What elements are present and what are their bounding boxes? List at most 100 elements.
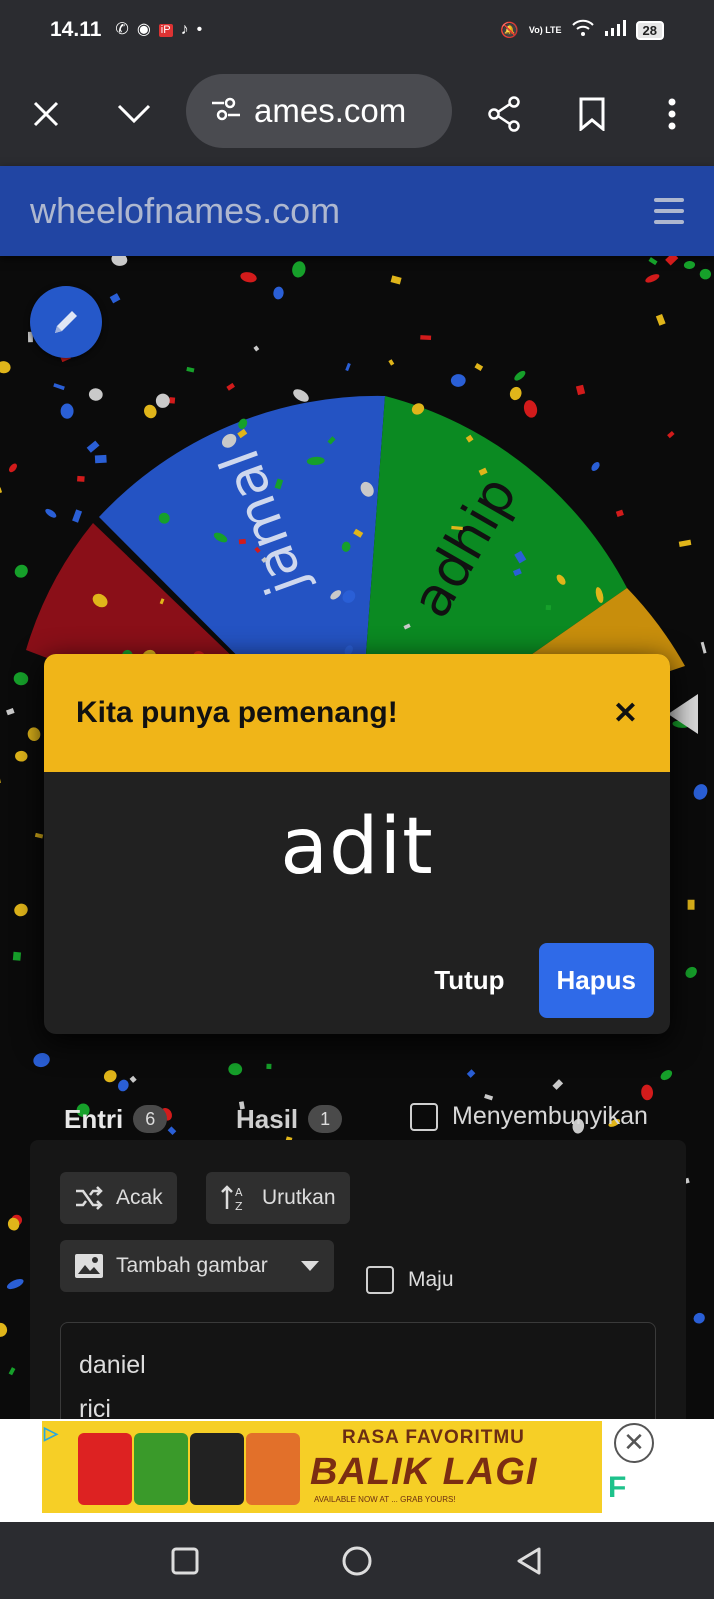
shuffle-button[interactable]: Acak <box>60 1172 177 1224</box>
confetti-piece <box>327 436 336 445</box>
shuffle-label: Acak <box>116 1186 163 1209</box>
confetti-piece <box>687 899 695 910</box>
confetti-piece <box>575 384 586 396</box>
confetti-piece <box>34 832 44 839</box>
sort-button[interactable]: AZ Urutkan <box>206 1172 350 1224</box>
close-button[interactable]: Tutup <box>434 965 504 996</box>
ad-choices-icon[interactable]: ▷ <box>44 1423 58 1444</box>
system-status: 🔕 Vo) LTE 28 <box>500 19 664 41</box>
confetti-piece <box>103 1070 117 1083</box>
status-bar: 14.11 ✆ ◉ iP ♪ • 🔕 Vo) LTE 28 <box>0 0 714 60</box>
confetti-piece <box>144 404 157 419</box>
remove-button[interactable]: Hapus <box>538 943 654 1018</box>
confetti-piece <box>45 508 57 518</box>
advanced-option[interactable]: Maju <box>366 1266 454 1294</box>
confetti-piece <box>213 532 228 543</box>
chevron-down-icon[interactable] <box>112 92 156 136</box>
ad-close-icon[interactable]: ✕ <box>614 1423 654 1463</box>
more-notifications-dot: • <box>196 21 203 38</box>
confetti-piece <box>8 1367 16 1376</box>
confetti-piece <box>109 293 121 304</box>
home-icon[interactable] <box>341 1545 373 1577</box>
hide-option[interactable]: Menyembunyikan <box>410 1102 648 1131</box>
advanced-checkbox[interactable] <box>366 1266 394 1294</box>
confetti-piece <box>240 272 257 283</box>
url-text[interactable]: ames.com <box>254 92 406 130</box>
image-icon <box>75 1254 103 1278</box>
confetti-piece <box>155 393 170 408</box>
confetti-piece <box>292 261 306 278</box>
confetti-piece <box>512 568 522 577</box>
site-title[interactable]: wheelofnames.com <box>30 190 340 232</box>
hide-label: Menyembunyikan <box>452 1102 648 1130</box>
confetti-piece <box>293 389 309 402</box>
confetti-piece <box>523 400 538 418</box>
confetti-piece <box>683 260 696 270</box>
more-options-icon[interactable] <box>650 92 694 136</box>
close-tab-icon[interactable] <box>24 92 68 136</box>
close-icon[interactable]: ✕ <box>613 696 638 731</box>
confetti-piece <box>129 1075 137 1083</box>
confetti-piece <box>159 598 165 605</box>
confetti-piece <box>514 370 526 381</box>
entry-line: daniel <box>79 1351 146 1379</box>
ad-footer: AVAILABLE NOW AT ... GRAB YOURS! <box>314 1495 456 1504</box>
whatsapp-icon: ✆ <box>115 21 129 38</box>
confetti-piece <box>13 672 29 686</box>
wheel-stage: jamal adhip Kita punya pemenang! ✕ adit … <box>0 256 714 1419</box>
edit-pencil-button[interactable] <box>30 286 102 358</box>
chip-bag-green <box>134 1433 188 1505</box>
confetti-piece <box>186 366 195 373</box>
dialog-title: Kita punya pemenang! <box>76 696 398 729</box>
volte-label: Vo) LTE <box>528 25 562 35</box>
confetti-piece <box>27 727 41 742</box>
confetti-piece <box>411 403 425 415</box>
confetti-piece <box>360 481 374 497</box>
app-icon: iP <box>158 23 173 37</box>
chat-icon: ◉ <box>136 21 151 38</box>
dialog-header: Kita punya pemenang! ✕ <box>44 654 670 772</box>
confetti-piece <box>60 403 74 419</box>
confetti-piece <box>0 778 1 784</box>
hamburger-menu-icon[interactable] <box>654 198 684 224</box>
dropdown-arrow-icon <box>301 1261 319 1271</box>
entries-textarea[interactable]: daniel rici <box>60 1322 656 1419</box>
bookmark-icon[interactable] <box>570 92 614 136</box>
recents-icon[interactable] <box>171 1547 199 1575</box>
confetti-piece <box>552 1079 564 1090</box>
confetti-piece <box>615 509 624 517</box>
sort-label: Urutkan <box>262 1186 336 1209</box>
confetti-piece <box>450 374 466 387</box>
back-icon[interactable] <box>515 1546 543 1576</box>
tab-results-label: Hasil <box>236 1103 299 1134</box>
notification-icons: ✆ ◉ iP ♪ • <box>115 22 202 38</box>
confetti-piece <box>238 538 246 545</box>
share-icon[interactable] <box>482 92 526 136</box>
ad-image[interactable]: RASA FAVORITMU BALIK LAGI AVAILABLE NOW … <box>42 1421 602 1513</box>
tiktok-icon: ♪ <box>180 21 189 38</box>
site-settings-icon[interactable] <box>212 97 240 126</box>
confetti-piece <box>451 525 463 531</box>
dialog-actions: Tutup Hapus <box>434 943 654 1018</box>
svg-text:Z: Z <box>235 1200 243 1213</box>
address-bar[interactable]: ames.com <box>186 74 452 148</box>
confetti-piece <box>158 512 170 524</box>
confetti-piece <box>645 274 660 283</box>
confetti-piece <box>221 433 237 448</box>
sort-icon: AZ <box>221 1185 243 1213</box>
entries-count-badge: 6 <box>133 1105 168 1133</box>
hide-checkbox[interactable] <box>410 1102 438 1131</box>
confetti-piece <box>8 463 17 473</box>
confetti-piece <box>660 1069 673 1081</box>
confetti-piece <box>253 345 260 352</box>
ad-banner[interactable]: RASA FAVORITMU BALIK LAGI AVAILABLE NOW … <box>0 1419 714 1522</box>
confetti-piece <box>86 440 100 453</box>
site-header: wheelofnames.com <box>0 166 714 256</box>
confetti-piece <box>388 359 395 366</box>
confetti-piece <box>420 335 432 341</box>
add-image-dropdown[interactable]: Tambah gambar <box>60 1240 334 1292</box>
confetti-piece <box>514 550 527 564</box>
confetti-piece <box>238 418 248 429</box>
confetti-piece <box>478 467 488 476</box>
browser-toolbar: ames.com <box>0 60 714 166</box>
